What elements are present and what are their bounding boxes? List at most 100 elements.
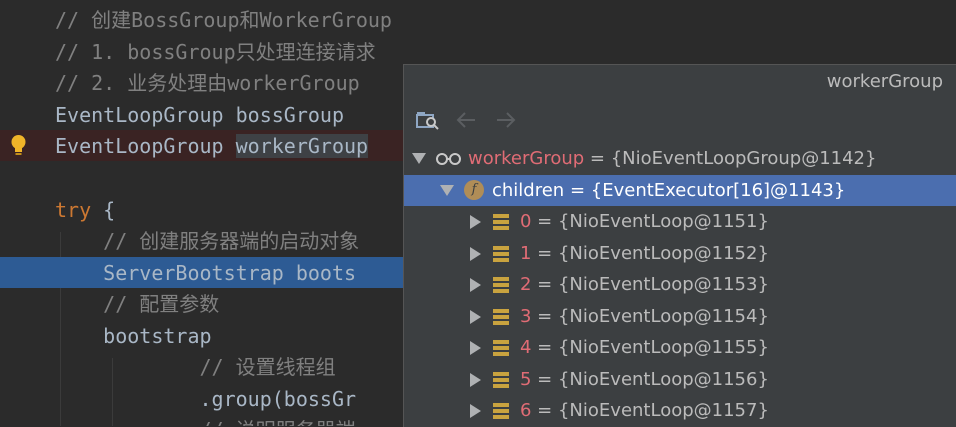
variable-name: 5: [520, 368, 532, 390]
tree-node-3[interactable]: 3 = {NioEventLoop@1154}: [404, 301, 956, 332]
code-line[interactable]: // 创建BossGroup和WorkerGroup: [0, 4, 956, 35]
array-element-icon: [493, 371, 509, 388]
tree-node-2[interactable]: 2 = {NioEventLoop@1153}: [404, 269, 956, 300]
tree-node-1[interactable]: 1 = {NioEventLoop@1152}: [404, 238, 956, 269]
array-element-icon: [493, 214, 509, 230]
variable-name: children: [492, 179, 565, 201]
array-element-icon: [493, 277, 509, 293]
equals-sign: =: [531, 337, 558, 358]
equals-sign: =: [531, 274, 558, 295]
tree-node-text: 4 = {NioEventLoop@1155}: [520, 332, 769, 363]
popup-title: workerGroup: [826, 71, 943, 92]
code-text: ServerBootstrap boots: [55, 261, 356, 285]
array-element-icon: [493, 340, 509, 356]
array-element-icon: [493, 308, 509, 325]
lightbulb-icon[interactable]: [10, 134, 27, 158]
variable-value: {NioEventLoop@1153}: [557, 274, 769, 295]
equals-sign: =: [531, 242, 558, 264]
code-token: .group(bossGr: [55, 387, 357, 411]
array-element-icon: [493, 245, 509, 262]
code-token: try: [55, 198, 92, 222]
tree-node-text: 2 = {NioEventLoop@1153}: [520, 269, 769, 300]
tree-node-text: children = {EventExecutor[16]@1143}: [492, 175, 845, 206]
tree-node-4[interactable]: 4 = {NioEventLoop@1155}: [404, 332, 956, 363]
expand-arrow-icon[interactable]: [470, 215, 481, 229]
equals-sign: =: [531, 211, 558, 232]
code-token: // 配置参数: [55, 292, 220, 316]
forward-arrow-icon[interactable]: [494, 109, 518, 131]
collapse-arrow-icon[interactable]: [412, 153, 426, 164]
variable-name: workerGroup: [468, 148, 585, 169]
variable-name: 1: [520, 242, 532, 264]
tree-node-text: 1 = {NioEventLoop@1152}: [520, 238, 769, 269]
watch-icon: [436, 153, 461, 165]
code-token: // 1. bossGroup只处理连接请求: [55, 40, 376, 64]
code-text: .group(bossGr: [55, 387, 356, 411]
code-text: // 创建BossGroup和WorkerGroup: [55, 8, 392, 32]
variable-name: 4: [520, 337, 532, 358]
code-text: // 配置参数: [55, 292, 219, 316]
expand-arrow-icon[interactable]: [470, 372, 481, 387]
tree-node-text: 5 = {NioEventLoop@1156}: [520, 364, 769, 395]
back-arrow-icon[interactable]: [454, 109, 478, 131]
tree-node-text: 3 = {NioEventLoop@1154}: [520, 301, 769, 332]
array-element-icon: [493, 403, 509, 419]
variable-value: {NioEventLoop@1154}: [557, 305, 769, 327]
field-icon: f: [464, 179, 484, 200]
tree-node-6[interactable]: 6 = {NioEventLoop@1157}: [404, 395, 956, 426]
variable-name: 6: [520, 400, 532, 421]
code-token: workerGroup: [235, 134, 369, 158]
equals-sign: =: [531, 368, 558, 390]
tree-node-text: 6 = {NioEventLoop@1157}: [520, 395, 769, 426]
tree-node-5[interactable]: 5 = {NioEventLoop@1156}: [404, 364, 956, 395]
code-text: // 1. bossGroup只处理连接请求: [55, 40, 376, 64]
code-token: // 说明服务器端: [55, 418, 355, 426]
code-token: // 创建服务器端的启动对象: [55, 229, 360, 253]
code-token: // 2. 业务处理由workerGroup: [55, 71, 360, 95]
variable-value: {NioEventLoop@1152}: [557, 242, 769, 264]
code-text: // 创建服务器端的启动对象: [55, 229, 359, 253]
equals-sign: =: [531, 400, 558, 421]
variable-value: {NioEventLoopGroup@1142}: [610, 148, 877, 169]
expand-arrow-icon[interactable]: [470, 246, 481, 261]
code-text: // 2. 业务处理由workerGroup: [55, 71, 360, 95]
tree-node-0[interactable]: 0 = {NioEventLoop@1151}: [404, 206, 956, 237]
variable-name: 3: [520, 305, 532, 327]
add-to-watches-icon[interactable]: [416, 109, 440, 131]
variable-value: {EventExecutor[16]@1143}: [590, 179, 846, 201]
popup-toolbar: [404, 101, 956, 139]
code-token: // 设置线程组: [55, 355, 336, 379]
code-text: // 设置线程组: [55, 355, 336, 379]
code-token: {: [91, 198, 116, 222]
debug-evaluate-popup[interactable]: workerGroup workerGroup = {NioEventLoopG…: [403, 64, 956, 427]
code-token: EventLoopGroup: [55, 134, 236, 158]
variable-value: {NioEventLoop@1156}: [557, 368, 769, 390]
code-text: // 说明服务器端: [55, 418, 355, 426]
variable-name: 2: [520, 274, 532, 295]
tree-node-workerGroup[interactable]: workerGroup = {NioEventLoopGroup@1142}: [404, 143, 956, 174]
code-token: // 创建BossGroup和WorkerGroup: [55, 8, 392, 32]
variable-name: 0: [520, 211, 532, 232]
tree-node-children[interactable]: f children = {EventExecutor[16]@1143}: [404, 174, 956, 206]
equals-sign: =: [584, 148, 611, 169]
code-text: bootstrap: [55, 324, 212, 348]
expand-arrow-icon[interactable]: [470, 278, 481, 292]
equals-sign: =: [531, 305, 558, 327]
variable-value: {NioEventLoop@1157}: [557, 400, 769, 421]
tree-node-text: 0 = {NioEventLoop@1151}: [520, 206, 769, 237]
expand-arrow-icon[interactable]: [470, 404, 481, 418]
collapse-arrow-icon[interactable]: [440, 184, 454, 196]
code-token: bootstrap: [55, 324, 212, 348]
code-text: EventLoopGroup workerGroup: [55, 134, 369, 158]
tree-node-text: workerGroup = {NioEventLoopGroup@1142}: [468, 143, 876, 174]
expand-arrow-icon[interactable]: [470, 309, 481, 324]
expand-arrow-icon[interactable]: [470, 341, 481, 355]
equals-sign: =: [564, 179, 591, 201]
variable-value: {NioEventLoop@1151}: [557, 211, 769, 232]
code-token: ServerBootstrap boots: [55, 261, 357, 285]
code-text: EventLoopGroup bossGroup: [55, 103, 344, 127]
code-token: EventLoopGroup bossGroup: [55, 103, 344, 127]
code-text: try {: [55, 198, 115, 222]
code-line[interactable]: // 1. bossGroup只处理连接请求: [0, 36, 956, 67]
variable-value: {NioEventLoop@1155}: [557, 337, 769, 358]
